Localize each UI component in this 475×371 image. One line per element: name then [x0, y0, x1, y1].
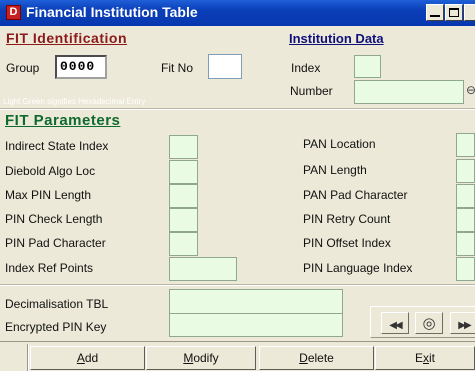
modify-button[interactable]: Modify: [146, 346, 256, 370]
window-title: Financial Institution Table: [26, 4, 198, 20]
minimize-button[interactable]: [426, 4, 444, 21]
maximize-button[interactable]: [445, 4, 463, 21]
fitno-input[interactable]: [208, 54, 242, 79]
title-bar[interactable]: D Financial Institution Table: [0, 0, 475, 26]
pin-retry-count-input[interactable]: [456, 208, 475, 232]
pin-offset-index-input[interactable]: [456, 232, 475, 256]
add-label-rest: dd: [84, 351, 99, 365]
pin-language-index-input[interactable]: [456, 257, 475, 281]
delete-mnemonic: D: [299, 351, 308, 365]
modify-mnemonic: M: [183, 351, 194, 365]
view-record-button[interactable]: ◎: [415, 312, 443, 334]
record-navigation: ◀◀ ◎ ▶▶: [370, 306, 475, 338]
rewind-icon: ◀◀: [389, 320, 402, 331]
exit-button[interactable]: Exit: [375, 346, 475, 370]
pin-check-length-input[interactable]: [169, 208, 198, 232]
pin-language-index-label: PIN Language Index: [303, 261, 413, 275]
number-ellipsis-icon[interactable]: ⊖: [466, 83, 475, 97]
number-input[interactable]: [354, 80, 464, 104]
action-separator: [27, 344, 29, 371]
delete-button[interactable]: Delete: [259, 346, 374, 370]
number-label: Number: [290, 84, 333, 98]
diebold-algo-loc-label: Diebold Algo Loc: [5, 164, 96, 178]
pan-location-label: PAN Location: [303, 137, 376, 151]
app-icon: D: [6, 5, 21, 20]
first-record-button[interactable]: ◀◀: [381, 312, 409, 334]
encrypted-pin-key-label: Encrypted PIN Key: [5, 320, 107, 334]
max-pin-length-label: Max PIN Length: [5, 188, 92, 202]
fit-identification-heading: FIT Identification: [6, 30, 127, 46]
pan-length-input[interactable]: [456, 159, 475, 183]
action-bar: Add Modify Delete Exit: [0, 341, 475, 371]
index-ref-points-label: Index Ref Points: [5, 261, 94, 275]
group-label: Group: [6, 61, 40, 75]
section-divider: [0, 108, 475, 110]
index-label: Index: [291, 61, 321, 75]
fit-parameters-heading: FIT Parameters: [5, 112, 121, 129]
index-input[interactable]: [354, 55, 381, 78]
pin-retry-count-label: PIN Retry Count: [303, 212, 391, 226]
pan-length-label: PAN Length: [303, 163, 367, 177]
pin-check-length-label: PIN Check Length: [5, 212, 103, 226]
diebold-algo-loc-input[interactable]: [169, 160, 198, 184]
encrypted-pin-key-input[interactable]: [169, 313, 343, 337]
modify-label-rest: odify: [193, 351, 219, 365]
target-icon: ◎: [422, 315, 436, 332]
indirect-state-index-label: Indirect State Index: [5, 139, 109, 153]
exit-label-pre: E: [414, 351, 423, 365]
next-record-button[interactable]: ▶▶: [450, 312, 475, 334]
section-divider-lower: [0, 284, 475, 286]
decimalisation-tbl-label: Decimalisation TBL: [5, 297, 109, 311]
decimalisation-tbl-input[interactable]: [169, 289, 343, 314]
maximize-icon: [449, 8, 459, 17]
close-button[interactable]: [464, 4, 475, 21]
group-input[interactable]: 0000: [55, 55, 107, 79]
institution-data-heading: Institution Data: [289, 31, 384, 46]
hex-entry-hint: Light Green signifies Hexadecimal Entry: [3, 97, 146, 106]
pan-pad-character-label: PAN Pad Character: [303, 188, 408, 202]
financial-institution-window: D Financial Institution Table FIT Identi…: [0, 0, 475, 371]
fitno-label: Fit No: [161, 61, 194, 75]
pin-pad-character-left-input[interactable]: [169, 232, 198, 256]
pan-pad-character-input[interactable]: [456, 184, 475, 208]
add-mnemonic: A: [76, 351, 85, 365]
delete-label-rest: elete: [307, 351, 334, 365]
pin-pad-character-left-label: PIN Pad Character: [5, 236, 106, 250]
max-pin-length-input[interactable]: [169, 184, 198, 208]
pan-location-input[interactable]: [456, 133, 475, 157]
minimize-icon: [430, 8, 440, 17]
indirect-state-index-input[interactable]: [169, 135, 198, 159]
add-button[interactable]: Add: [30, 346, 145, 370]
fast-forward-icon: ▶▶: [458, 320, 471, 331]
exit-label-rest: it: [429, 351, 435, 365]
index-ref-points-input[interactable]: [169, 257, 237, 281]
pin-offset-index-label: PIN Offset Index: [303, 236, 391, 250]
